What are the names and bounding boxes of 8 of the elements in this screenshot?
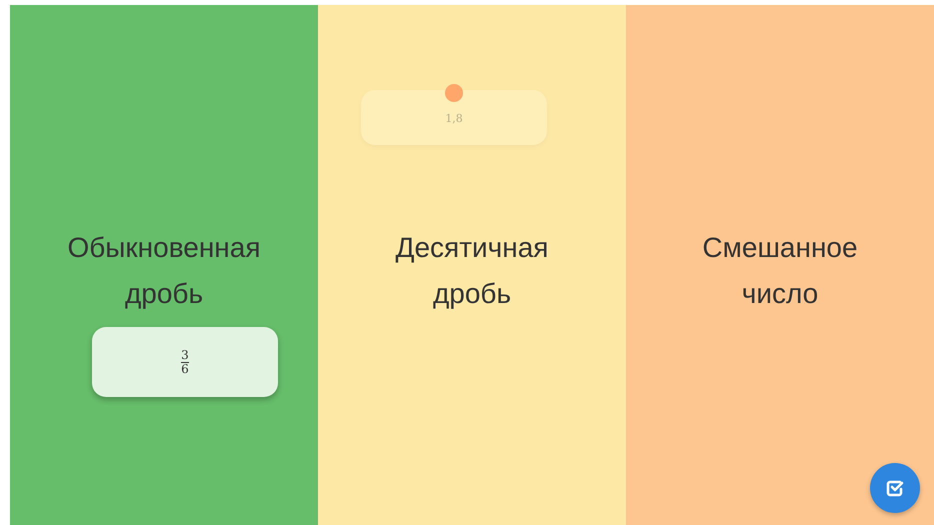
card-value: 1,8	[445, 111, 463, 128]
column-title: Десятичная дробь	[394, 231, 550, 311]
column-title: Обыкновенная дробь	[66, 231, 262, 311]
column-title: Смешанное число	[701, 231, 859, 311]
numerator: 3	[181, 348, 189, 362]
denominator: 6	[181, 362, 189, 376]
answer-card[interactable]: 3 6	[92, 327, 278, 397]
checkbox-icon	[886, 479, 904, 497]
